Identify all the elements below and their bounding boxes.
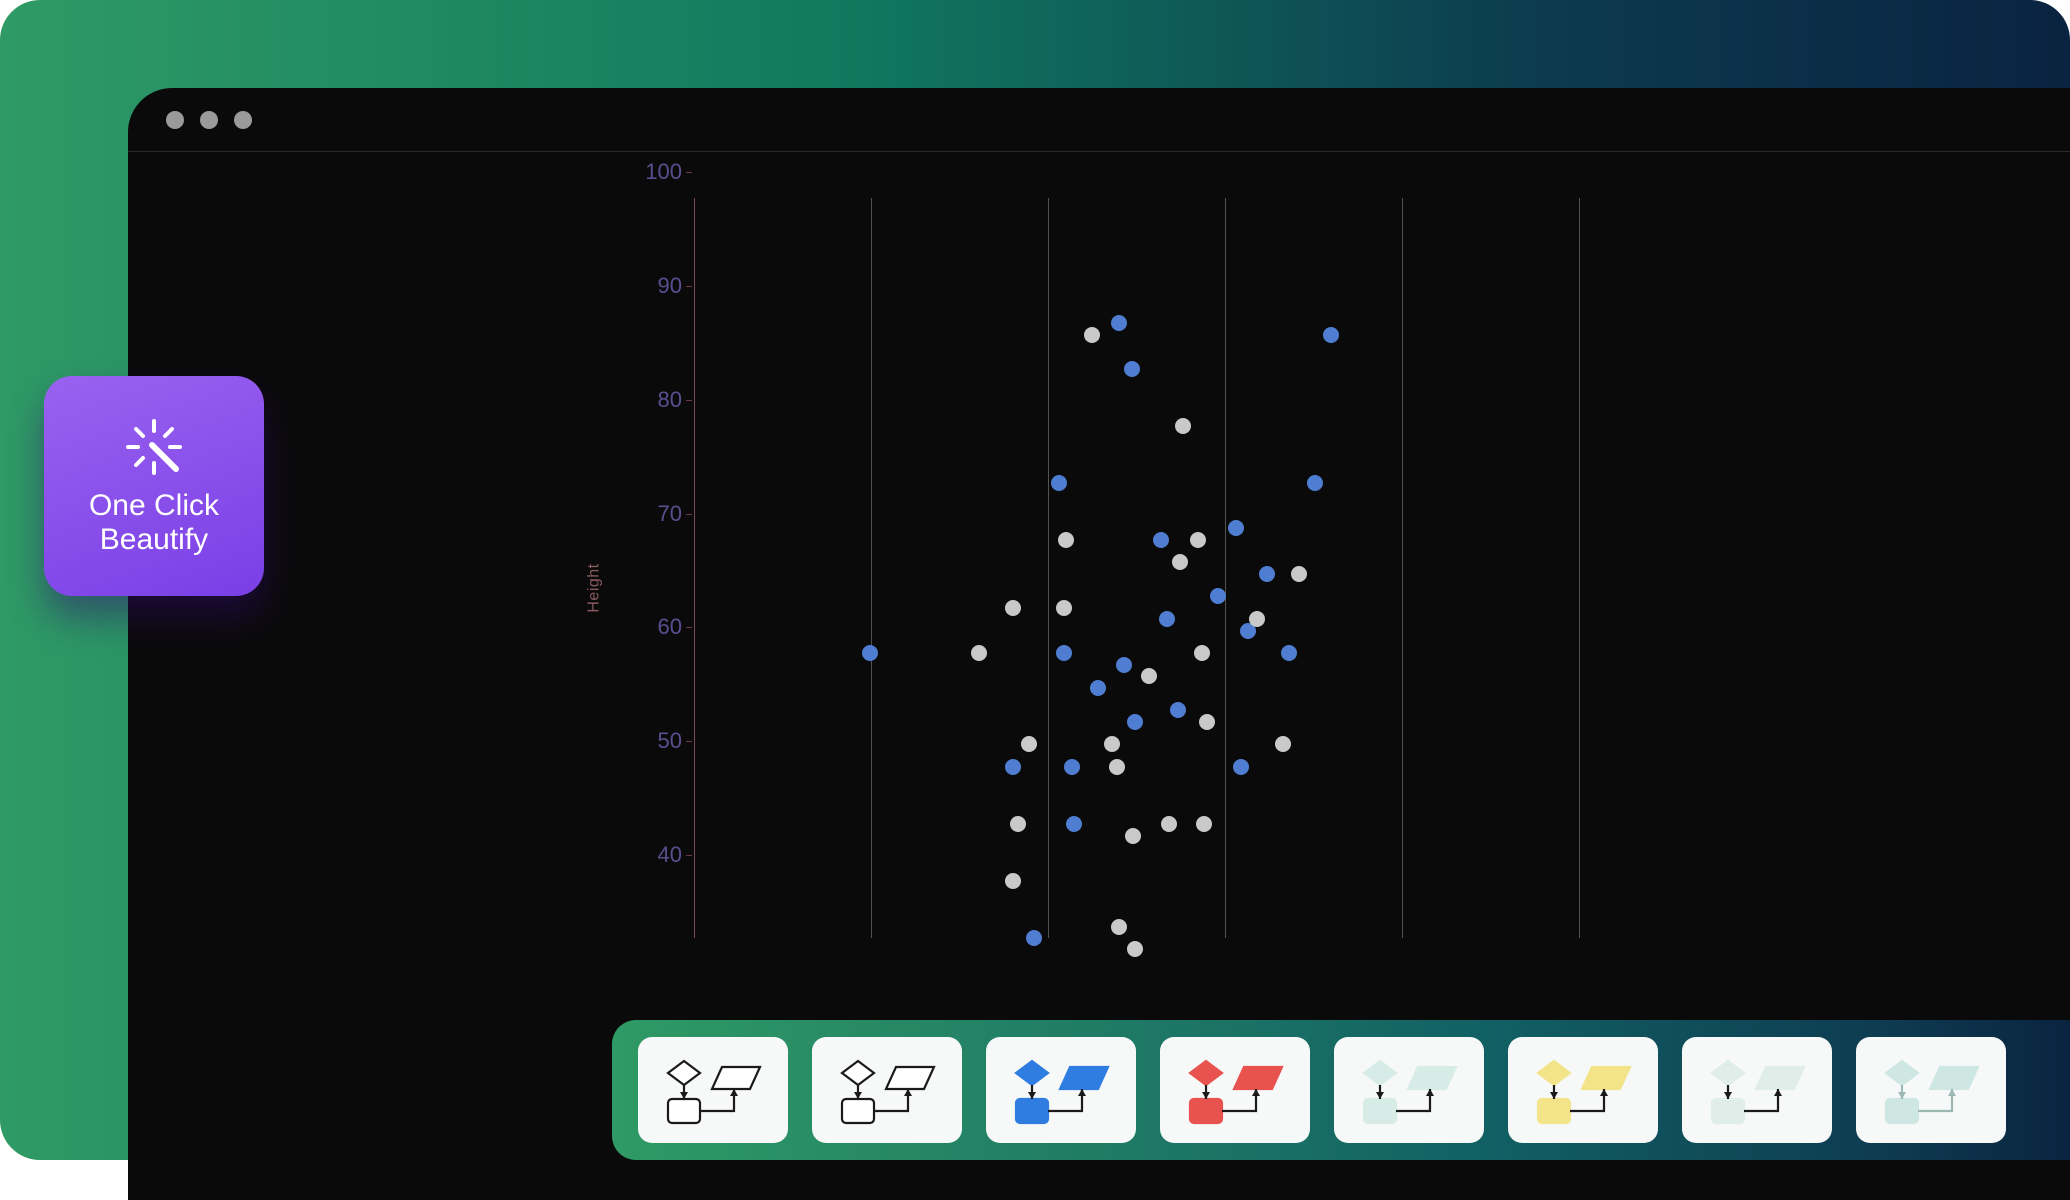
- scatter-point: [1153, 532, 1169, 548]
- scatter-point: [1005, 873, 1021, 889]
- y-axis: 405060708090100: [626, 198, 682, 938]
- y-tick: 100: [626, 159, 682, 185]
- scatter-point: [1233, 759, 1249, 775]
- scatter-point: [1259, 566, 1275, 582]
- scatter-point: [1161, 816, 1177, 832]
- scatter-point: [1323, 327, 1339, 343]
- scatter-point: [1005, 759, 1021, 775]
- scatter-point: [1210, 588, 1226, 604]
- theme-thumbnail-outline-bold[interactable]: [812, 1037, 962, 1143]
- scatter-point: [1104, 736, 1120, 752]
- scatter-point: [1199, 714, 1215, 730]
- scatter-point: [1051, 475, 1067, 491]
- beautify-label: One Click Beautify: [89, 489, 219, 558]
- y-tick: 90: [626, 273, 682, 299]
- scatter-point: [1066, 816, 1082, 832]
- magic-wand-icon: [122, 415, 186, 479]
- scatter-point: [1170, 702, 1186, 718]
- scatter-point: [1291, 566, 1307, 582]
- scatter-point: [1228, 520, 1244, 536]
- theme-thumbnail-yellow[interactable]: [1508, 1037, 1658, 1143]
- theme-thumbnail-mint[interactable]: [1334, 1037, 1484, 1143]
- scatter-point: [1127, 941, 1143, 957]
- traffic-light-close[interactable]: [166, 111, 184, 129]
- scatter-point: [1056, 645, 1072, 661]
- y-tick: 50: [626, 728, 682, 754]
- scatter-point: [1116, 657, 1132, 673]
- theme-thumbnail-blue[interactable]: [986, 1037, 1136, 1143]
- scatter-point: [1159, 611, 1175, 627]
- scatter-point: [1275, 736, 1291, 752]
- scatter-point: [1109, 759, 1125, 775]
- scatter-point: [1281, 645, 1297, 661]
- scatter-point: [1056, 600, 1072, 616]
- scatter-point: [1141, 668, 1157, 684]
- scatter-point: [1010, 816, 1026, 832]
- theme-picker-strip: [612, 1020, 2070, 1160]
- scatter-point: [1175, 418, 1191, 434]
- scatter-point: [1194, 645, 1210, 661]
- y-axis-label: Height: [586, 563, 604, 612]
- theme-thumbnail-outline-light[interactable]: [638, 1037, 788, 1143]
- scatter-point: [1021, 736, 1037, 752]
- scatter-point: [1058, 532, 1074, 548]
- traffic-light-minimize[interactable]: [200, 111, 218, 129]
- y-tick: 80: [626, 387, 682, 413]
- window-titlebar: [128, 88, 2070, 152]
- scatter-point: [1307, 475, 1323, 491]
- scatter-point: [1196, 816, 1212, 832]
- scatter-point: [1190, 532, 1206, 548]
- scatter-point: [1084, 327, 1100, 343]
- y-tick: 70: [626, 501, 682, 527]
- scatter-chart: Height 405060708090100: [626, 198, 1756, 978]
- scatter-point: [1249, 611, 1265, 627]
- scatter-point: [1172, 554, 1188, 570]
- scatter-point: [1111, 919, 1127, 935]
- scatter-point: [1064, 759, 1080, 775]
- scatter-point: [1124, 361, 1140, 377]
- theme-thumbnail-aqua[interactable]: [1856, 1037, 2006, 1143]
- scatter-point: [1005, 600, 1021, 616]
- scatter-point: [1090, 680, 1106, 696]
- scatter-point: [1125, 828, 1141, 844]
- theme-thumbnail-sage[interactable]: [1682, 1037, 1832, 1143]
- scatter-point: [971, 645, 987, 661]
- scatter-point: [1127, 714, 1143, 730]
- y-tick: 40: [626, 842, 682, 868]
- scatter-point: [862, 645, 878, 661]
- scatter-point: [1111, 315, 1127, 331]
- y-tick: 60: [626, 614, 682, 640]
- one-click-beautify-button[interactable]: One Click Beautify: [44, 376, 264, 596]
- traffic-light-zoom[interactable]: [234, 111, 252, 129]
- scatter-plot-area: [694, 198, 1756, 938]
- scatter-point: [1026, 930, 1042, 946]
- theme-thumbnail-red[interactable]: [1160, 1037, 1310, 1143]
